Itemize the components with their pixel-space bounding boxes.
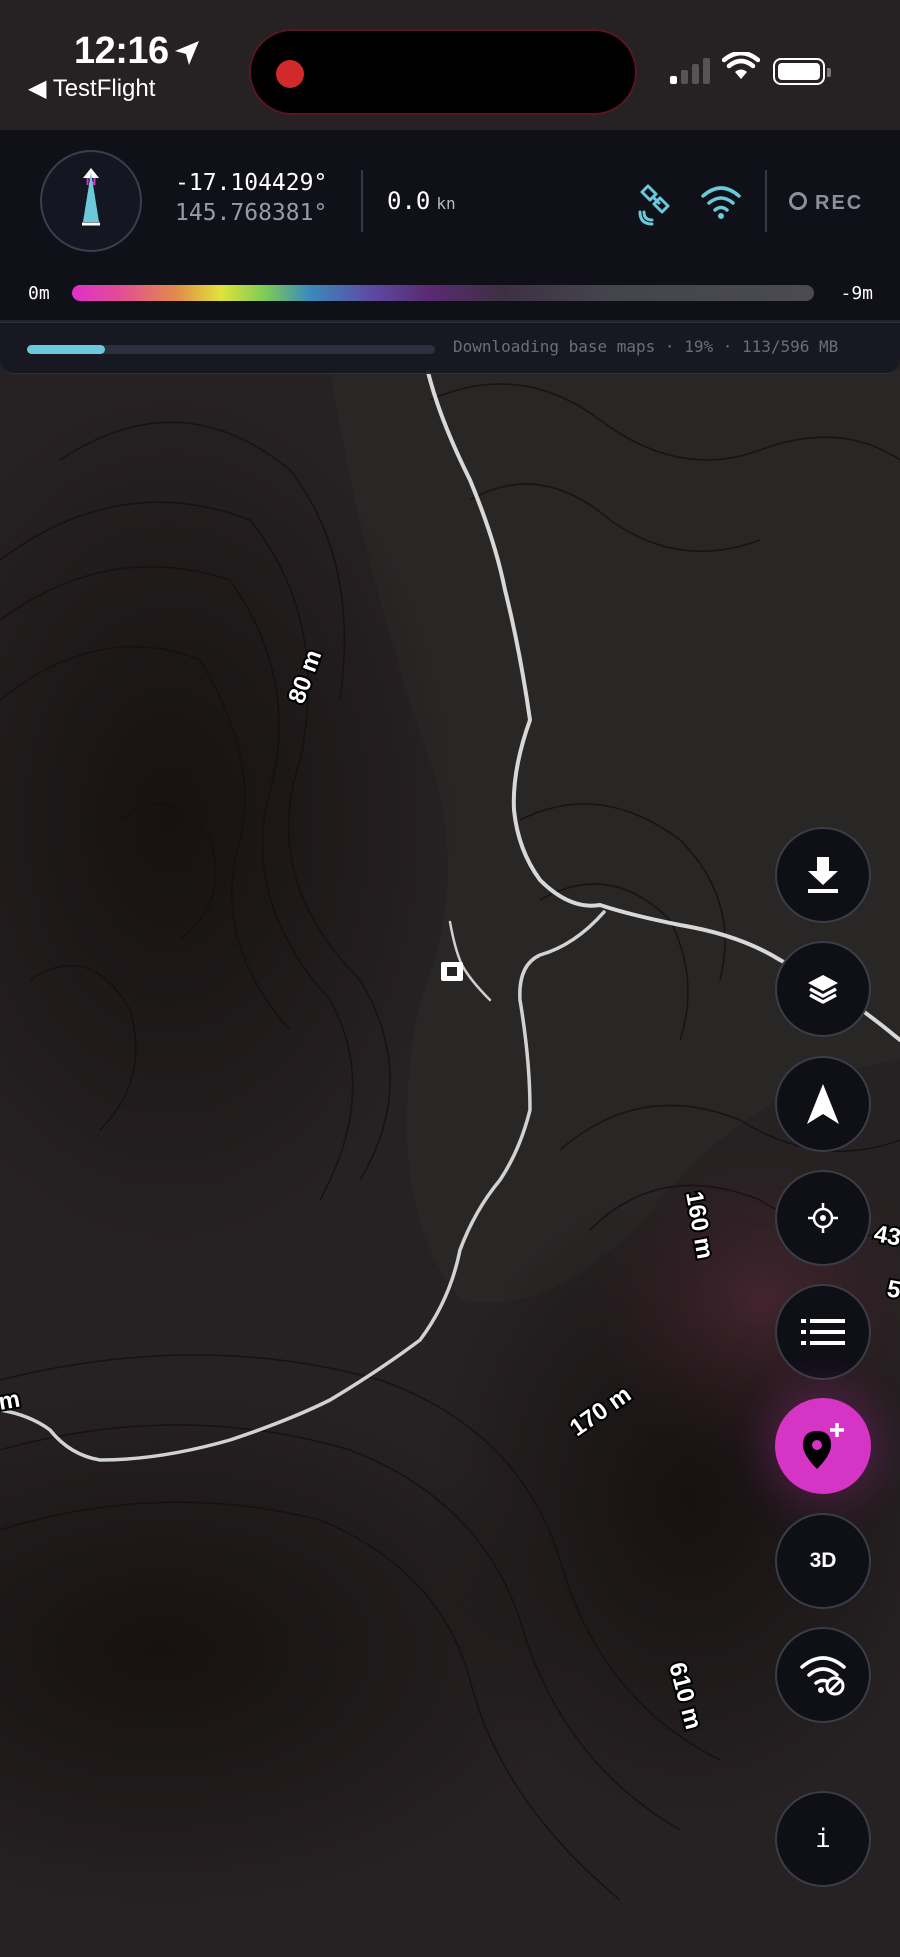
wifi-connected-icon[interactable]	[700, 184, 742, 220]
navigation-arrow-icon	[807, 1084, 839, 1124]
coordinates-readout: -17.104429° 145.768381°	[175, 170, 327, 226]
wifi-off-icon	[800, 1656, 846, 1696]
dynamic-island	[249, 29, 637, 115]
3d-label: 3D	[809, 1549, 837, 1572]
download-progress-bar	[27, 345, 435, 354]
satellite-gps-icon[interactable]	[638, 182, 678, 226]
status-bar: 12:16 ◀ TestFlight	[0, 0, 900, 130]
contour-label: 43	[872, 1220, 900, 1251]
clock: 12:16	[74, 30, 169, 72]
download-progress-fill	[27, 345, 105, 354]
center-location-button[interactable]	[775, 1170, 871, 1266]
info-button[interactable]: i	[775, 1791, 871, 1887]
divider	[361, 170, 363, 232]
add-pin-icon	[803, 1423, 844, 1469]
download-status-text: Downloading base maps · 19% · 113/596 MB	[453, 337, 839, 356]
latitude: -17.104429°	[175, 170, 328, 196]
divider	[765, 170, 767, 232]
back-to-testflight-link[interactable]: ◀ TestFlight	[28, 74, 155, 103]
offline-toggle-button[interactable]	[775, 1627, 871, 1723]
location-arrow-icon	[175, 41, 199, 65]
download-progress-panel: Downloading base maps · 19% · 113/596 MB	[0, 322, 900, 374]
cellular-signal-icon	[670, 58, 710, 84]
longitude: 145.768381°	[175, 200, 328, 226]
navigation-hud: N -17.104429° 145.768381° 0.0 kn REC 0m	[0, 130, 900, 320]
3d-toggle-button[interactable]: 3D	[775, 1513, 871, 1609]
speed-value: 0.0	[387, 187, 431, 215]
record-track-button[interactable]: REC	[789, 192, 863, 215]
record-label: REC	[815, 192, 864, 214]
compass-needle-icon: N	[82, 168, 100, 226]
download-maps-button[interactable]	[775, 827, 871, 923]
layers-button[interactable]	[775, 941, 871, 1037]
navigation-mode-button[interactable]	[775, 1056, 871, 1152]
layers-icon	[808, 975, 838, 1004]
download-icon	[808, 857, 838, 893]
add-waypoint-button[interactable]	[775, 1398, 871, 1494]
list-icon	[801, 1319, 845, 1345]
wifi-status-icon	[722, 52, 760, 79]
battery-icon	[773, 58, 831, 85]
compass[interactable]: N	[40, 150, 142, 252]
speed-unit: kn	[436, 194, 456, 213]
info-icon: i	[815, 1824, 831, 1854]
record-ring-icon	[789, 192, 807, 210]
crosshair-icon	[808, 1203, 838, 1233]
recording-dot-icon	[276, 60, 304, 88]
depth-scale-max: -9m	[840, 283, 873, 304]
speed-readout: 0.0 kn	[387, 187, 456, 215]
depth-color-scale	[72, 285, 814, 301]
building-marker[interactable]	[441, 962, 463, 981]
list-button[interactable]	[775, 1284, 871, 1380]
depth-scale-min: 0m	[28, 283, 50, 304]
